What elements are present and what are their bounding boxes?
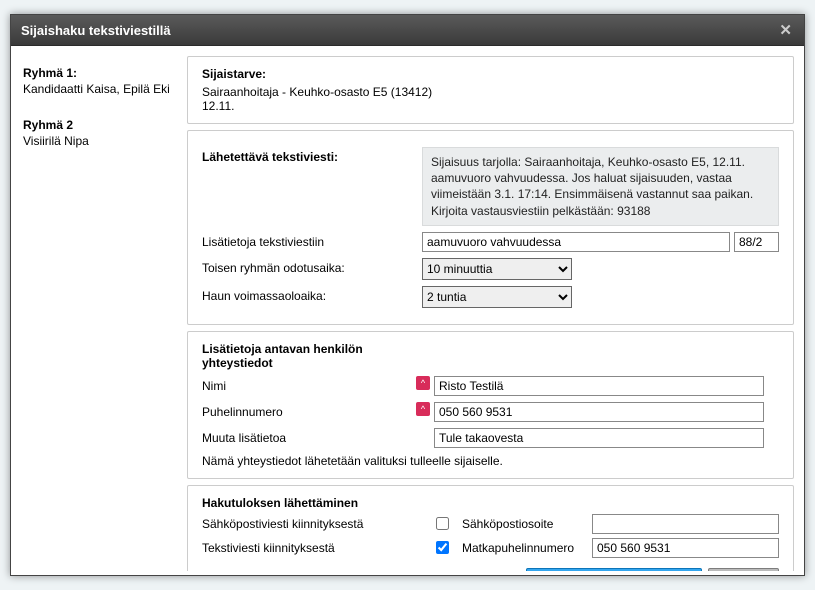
- contact-other-input[interactable]: [434, 428, 764, 448]
- panel-sms: Lähetettävä tekstiviesti: Sijaisuus tarj…: [187, 130, 794, 325]
- result-email-label: Sähköpostiviesti kiinnityksestä: [202, 517, 422, 531]
- wait-label: Toisen ryhmän odotusaika:: [202, 258, 422, 275]
- panel-result: Hakutuloksen lähettäminen Sähköpostivies…: [187, 485, 794, 571]
- modal-header: Sijaishaku tekstiviestillä ✕: [11, 15, 804, 46]
- contact-header: Lisätietoja antavan henkilön yhteystiedo…: [202, 342, 412, 370]
- group-members-1: Kandidaatti Kaisa, Epilä Eki: [23, 82, 179, 96]
- start-button[interactable]: Käynnistä tekstiviestihaku: [526, 568, 703, 571]
- sms-counter: 88/2: [734, 232, 779, 252]
- contact-name-input[interactable]: [434, 376, 764, 396]
- panel-contact: Lisätietoja antavan henkilön yhteystiedo…: [187, 331, 794, 479]
- sms-body: Sijaisuus tarjolla: Sairaanhoitaja, Keuh…: [422, 147, 779, 226]
- required-icon: ^: [416, 376, 430, 390]
- need-line1: Sairaanhoitaja - Keuhko-osasto E5 (13412…: [202, 85, 779, 99]
- result-sms-checkbox[interactable]: [436, 541, 449, 554]
- cancel-button[interactable]: Peruuta: [708, 568, 779, 571]
- contact-phone-label: Puhelinnumero: [202, 402, 416, 419]
- close-icon[interactable]: ✕: [777, 21, 794, 39]
- validity-select[interactable]: 2 tuntia: [422, 286, 572, 308]
- group-title-1: Ryhmä 1:: [23, 66, 179, 80]
- result-sms-input[interactable]: [592, 538, 779, 558]
- need-label: Sijaistarve:: [202, 67, 779, 81]
- panel-need: Sijaistarve: Sairaanhoitaja - Keuhko-osa…: [187, 56, 794, 124]
- contact-phone-input[interactable]: [434, 402, 764, 422]
- sidebar-groups: Ryhmä 1: Kandidaatti Kaisa, Epilä Eki Ry…: [15, 50, 187, 571]
- result-sms-label: Tekstiviesti kiinnityksestä: [202, 541, 422, 555]
- extra-input[interactable]: [422, 232, 730, 252]
- result-sms-addr-label: Matkapuhelinnumero: [462, 541, 592, 555]
- modal-dialog: Sijaishaku tekstiviestillä ✕ Ryhmä 1: Ka…: [10, 14, 805, 576]
- result-email-checkbox[interactable]: [436, 517, 449, 530]
- group-members-2: Visiirilä Nipa: [23, 134, 179, 148]
- wait-select[interactable]: 10 minuuttia: [422, 258, 572, 280]
- result-header: Hakutuloksen lähettäminen: [202, 496, 779, 510]
- contact-other-label: Muuta lisätietoa: [202, 428, 416, 445]
- modal-title: Sijaishaku tekstiviestillä: [21, 23, 171, 38]
- need-line2: 12.11.: [202, 99, 779, 113]
- contact-name-label: Nimi: [202, 376, 416, 393]
- validity-label: Haun voimassaoloaika:: [202, 286, 422, 303]
- contact-note: Nämä yhteystiedot lähetetään valituksi t…: [202, 454, 779, 468]
- sms-label: Lähetettävä tekstiviesti:: [202, 147, 422, 164]
- group-title-2: Ryhmä 2: [23, 118, 179, 132]
- modal-body: Ryhmä 1: Kandidaatti Kaisa, Epilä Eki Ry…: [11, 46, 804, 575]
- extra-label: Lisätietoja tekstiviestiin: [202, 232, 422, 249]
- required-icon: ^: [416, 402, 430, 416]
- main-content: Sijaistarve: Sairaanhoitaja - Keuhko-osa…: [187, 50, 800, 571]
- footer-buttons: Käynnistä tekstiviestihaku Peruuta: [202, 568, 779, 571]
- result-email-addr-label: Sähköpostiosoite: [462, 517, 592, 531]
- result-email-input[interactable]: [592, 514, 779, 534]
